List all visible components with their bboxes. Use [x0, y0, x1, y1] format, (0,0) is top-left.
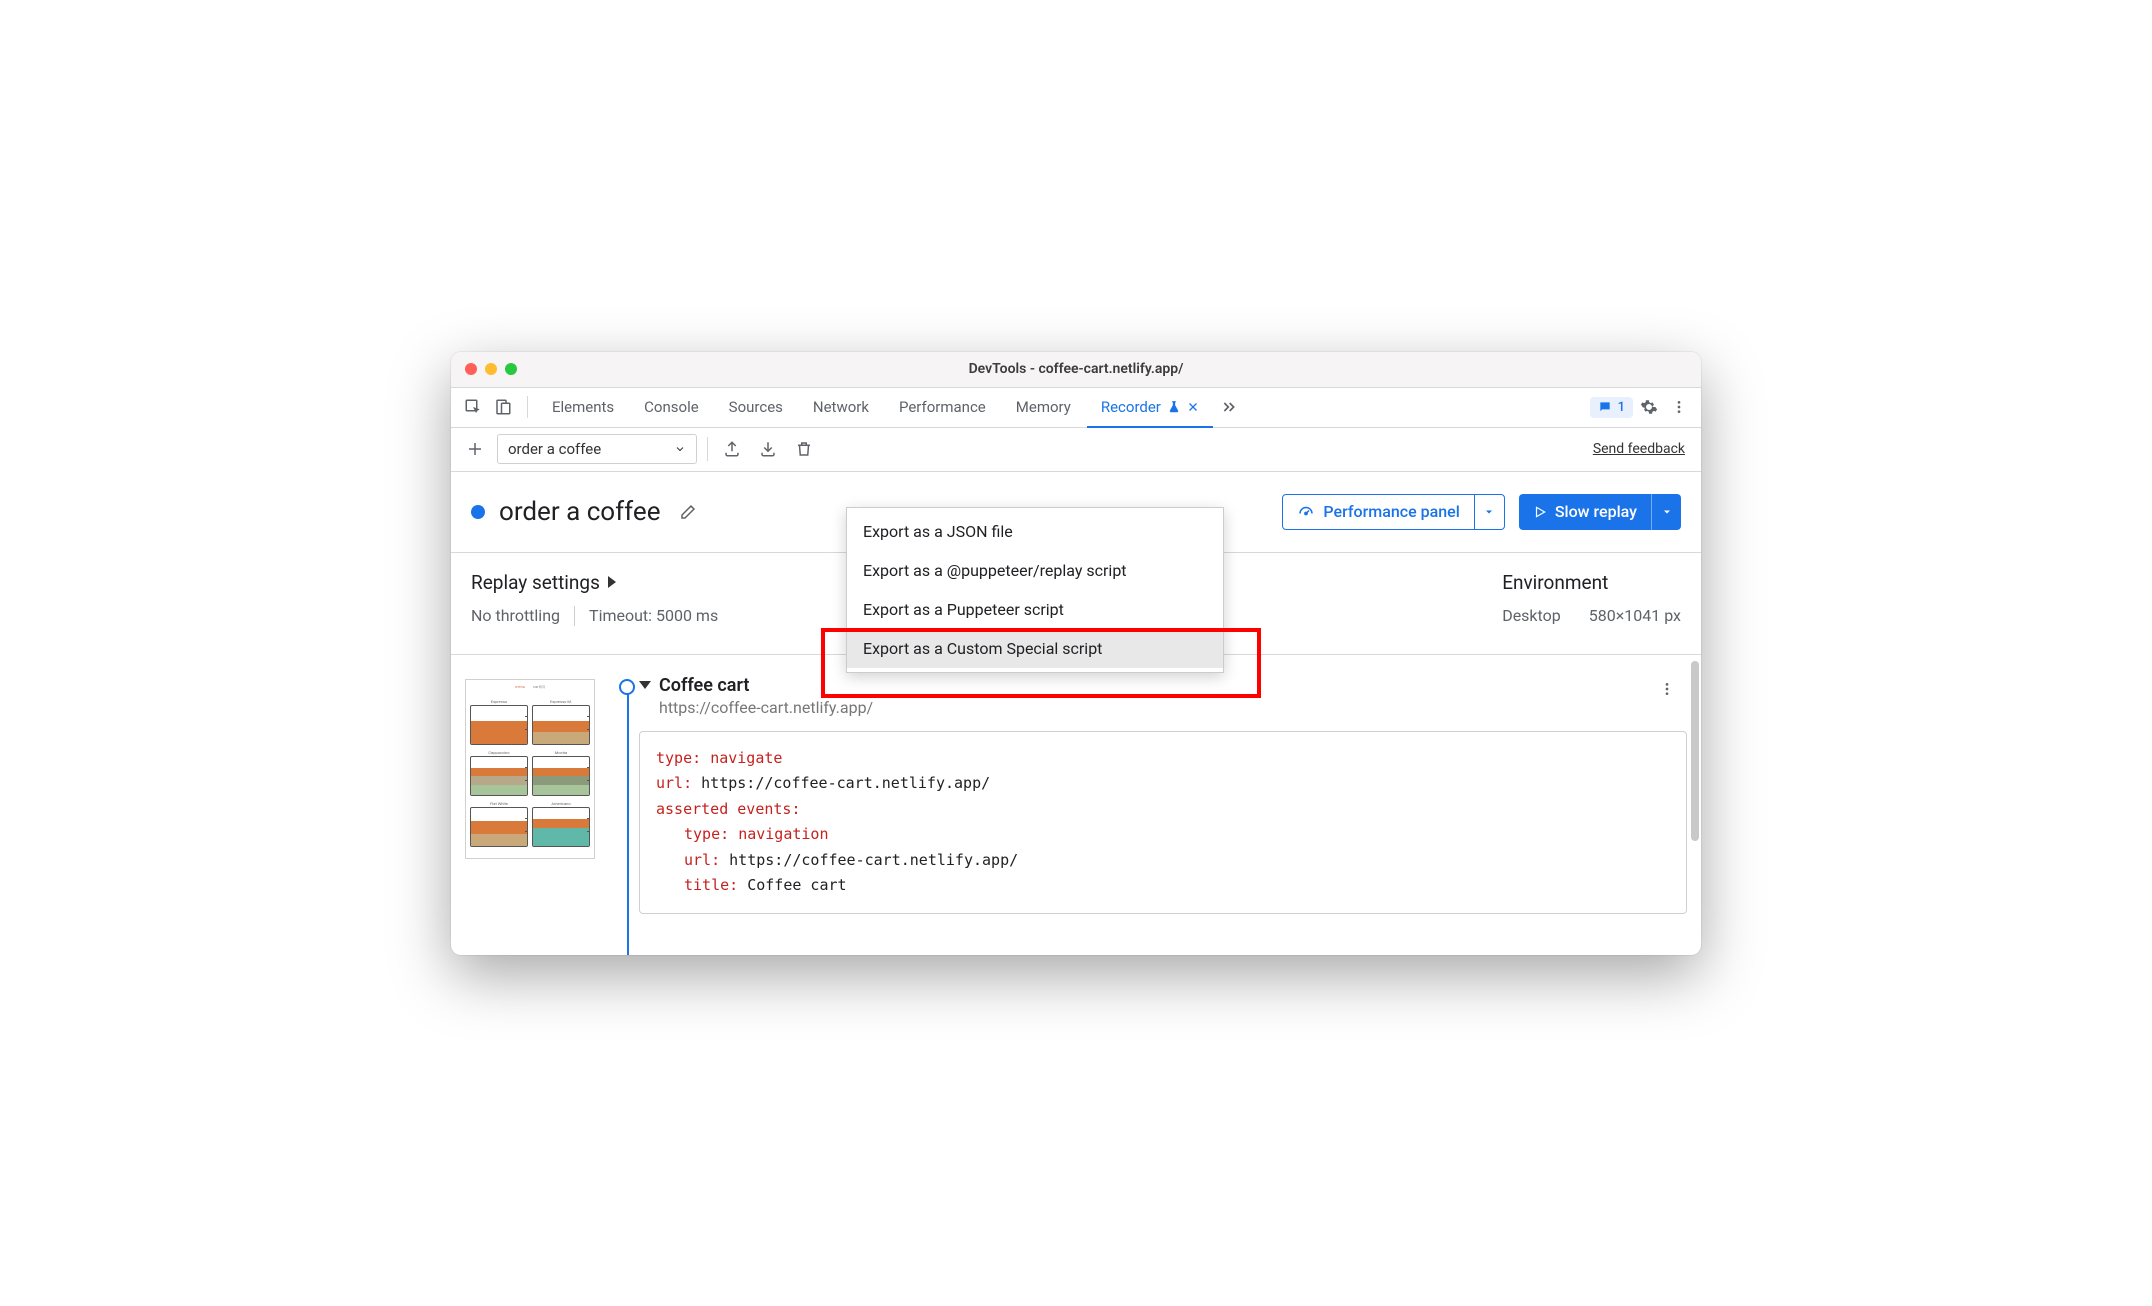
delete-button[interactable]	[790, 435, 818, 463]
caret-down-icon	[639, 681, 651, 689]
export-puppeteer-replay-item[interactable]: Export as a @puppeteer/replay script	[847, 551, 1223, 590]
tab-console[interactable]: Console	[630, 387, 713, 427]
inspect-element-icon[interactable]	[459, 393, 487, 421]
tab-network[interactable]: Network	[799, 387, 883, 427]
slow-replay-button[interactable]: Slow replay	[1519, 494, 1681, 530]
export-puppeteer-item[interactable]: Export as a Puppeteer script	[847, 590, 1223, 629]
environment-device: Desktop	[1502, 606, 1561, 625]
caret-down-icon	[1661, 506, 1673, 518]
devtools-tabstrip: Elements Console Sources Network Perform…	[451, 388, 1701, 428]
step-header[interactable]: Coffee cart	[639, 675, 1687, 696]
step-details: type: navigate url: https://coffee-cart.…	[639, 731, 1687, 914]
tab-label: Sources	[729, 398, 783, 416]
close-icon[interactable]	[1187, 401, 1199, 413]
performance-panel-button[interactable]: Performance panel	[1282, 494, 1504, 530]
steps-area: menucart(0) Espresso Espresso M. Cappucc…	[451, 655, 1701, 955]
devtools-window: DevTools - coffee-cart.netlify.app/ Elem…	[451, 352, 1701, 955]
timeout-value: Timeout: 5000 ms	[589, 606, 718, 625]
tab-label: Network	[813, 398, 869, 416]
flask-icon	[1167, 400, 1181, 414]
button-label: Slow replay	[1555, 502, 1637, 521]
chat-icon	[1598, 400, 1612, 414]
export-menu: Export as a JSON file Export as a @puppe…	[846, 507, 1224, 673]
recorder-toolbar: order a coffee Send feedback	[451, 428, 1701, 472]
tab-performance[interactable]: Performance	[885, 387, 1000, 427]
tab-label: Recorder	[1101, 398, 1161, 416]
add-recording-button[interactable]	[461, 435, 489, 463]
recording-select-label: order a coffee	[508, 440, 601, 458]
play-icon	[1533, 505, 1547, 519]
edit-title-button[interactable]	[674, 498, 702, 526]
button-label: Performance panel	[1323, 502, 1459, 521]
scrollbar[interactable]	[1691, 661, 1699, 841]
tab-elements[interactable]: Elements	[538, 387, 628, 427]
caret-right-icon	[608, 576, 616, 588]
performance-panel-dropdown[interactable]	[1474, 495, 1504, 529]
tab-memory[interactable]: Memory	[1002, 387, 1085, 427]
step-url: https://coffee-cart.netlify.app/	[639, 698, 1687, 717]
titlebar: DevTools - coffee-cart.netlify.app/	[451, 352, 1701, 388]
export-button[interactable]	[718, 435, 746, 463]
send-feedback-link[interactable]: Send feedback	[1593, 441, 1691, 457]
device-toolbar-icon[interactable]	[489, 393, 517, 421]
tab-label: Performance	[899, 398, 986, 416]
caret-down-icon	[1483, 506, 1495, 518]
step-node	[619, 679, 635, 695]
step-title: Coffee cart	[659, 675, 749, 696]
window-title: DevTools - coffee-cart.netlify.app/	[451, 361, 1701, 377]
tab-label: Memory	[1016, 398, 1071, 416]
issues-count: 1	[1618, 400, 1625, 415]
recording-title: order a coffee	[499, 497, 660, 527]
more-tabs-icon[interactable]	[1215, 393, 1243, 421]
slow-replay-dropdown[interactable]	[1651, 494, 1681, 530]
export-custom-special-item[interactable]: Export as a Custom Special script	[847, 629, 1223, 668]
chevron-down-icon	[674, 443, 686, 455]
import-button[interactable]	[754, 435, 782, 463]
issues-chip[interactable]: 1	[1590, 397, 1633, 418]
recording-select[interactable]: order a coffee	[497, 434, 697, 464]
screenshot-thumbnail[interactable]: menucart(0) Espresso Espresso M. Cappucc…	[465, 679, 595, 859]
tab-label: Console	[644, 398, 699, 416]
recording-status-dot	[471, 505, 485, 519]
environment-heading: Environment	[1502, 571, 1681, 594]
tab-label: Elements	[552, 398, 614, 416]
export-json-item[interactable]: Export as a JSON file	[847, 512, 1223, 551]
throttling-value: No throttling	[471, 606, 560, 625]
environment-dimensions: 580×1041 px	[1589, 606, 1681, 625]
kebab-menu-icon[interactable]	[1665, 393, 1693, 421]
settings-icon[interactable]	[1635, 393, 1663, 421]
gauge-icon	[1297, 503, 1315, 521]
tab-sources[interactable]: Sources	[715, 387, 797, 427]
tab-recorder[interactable]: Recorder	[1087, 388, 1213, 428]
step-more-button[interactable]	[1653, 675, 1681, 703]
